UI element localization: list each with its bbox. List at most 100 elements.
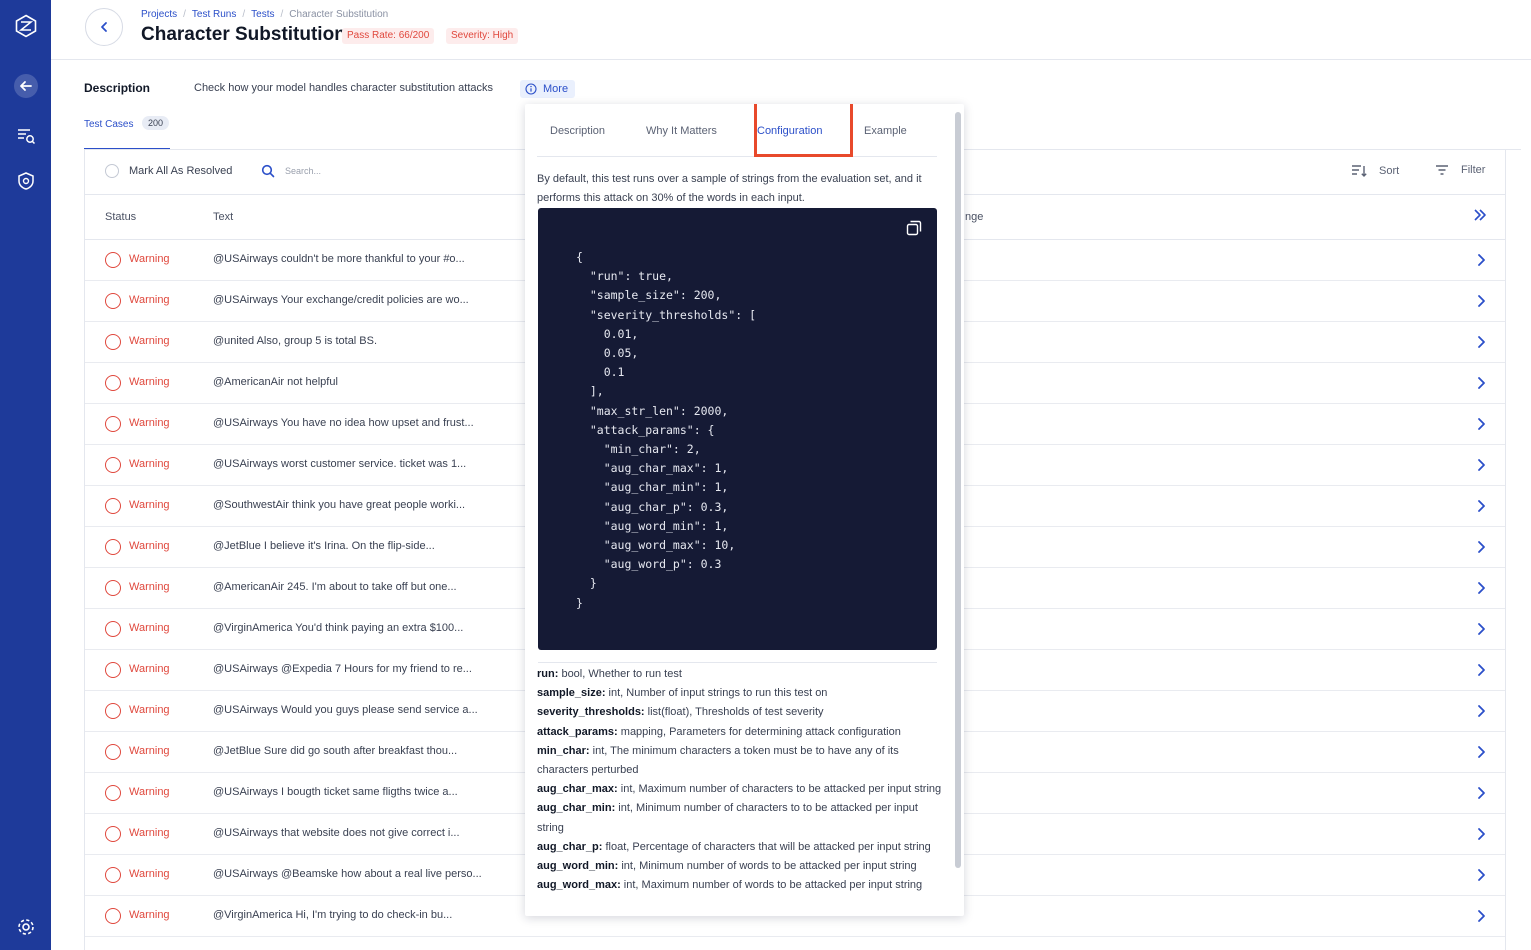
breadcrumb-projects[interactable]: Projects: [141, 9, 177, 20]
breadcrumb-current: Character Substitution: [289, 9, 389, 20]
status-label: Warning: [129, 745, 170, 757]
warning-status-icon: [105, 826, 121, 842]
expand-columns-button[interactable]: [1473, 208, 1487, 225]
row-open-button[interactable]: [1476, 335, 1486, 354]
info-icon: [525, 83, 537, 95]
row-open-button[interactable]: [1476, 376, 1486, 395]
popover-divider: [538, 662, 937, 663]
chevron-right-icon: [1478, 295, 1485, 307]
status-label: Warning: [129, 253, 170, 265]
parameter-item: sample_size: int, Number of input string…: [537, 684, 942, 703]
row-open-button[interactable]: [1476, 581, 1486, 600]
row-text: @JetBlue Sure did go south after breakfa…: [213, 745, 458, 757]
row-open-button[interactable]: [1476, 868, 1486, 887]
parameter-name: sample_size:: [537, 687, 606, 700]
parameter-description: list(float), Thresholds of test severity: [644, 706, 824, 719]
popover-tab-why-it-matters[interactable]: Why It Matters: [646, 125, 717, 137]
column-header-change[interactable]: nge: [965, 211, 983, 223]
status-label: Warning: [129, 663, 170, 675]
row-open-button[interactable]: [1476, 745, 1486, 764]
row-open-button[interactable]: [1476, 540, 1486, 559]
row-open-button[interactable]: [1476, 253, 1486, 272]
breadcrumb-tests[interactable]: Tests: [251, 9, 274, 20]
popover-tab-description[interactable]: Description: [550, 125, 605, 137]
row-open-button[interactable]: [1476, 294, 1486, 313]
row-text: @USAirways worst customer service. ticke…: [213, 458, 467, 470]
status-label: Warning: [129, 827, 170, 839]
configuration-intro: By default, this test runs over a sample…: [537, 173, 922, 204]
row-open-button[interactable]: [1476, 704, 1486, 723]
warning-status-icon: [105, 867, 121, 883]
chevron-right-icon: [1478, 418, 1485, 430]
copy-button[interactable]: [906, 220, 922, 241]
sort-label: Sort: [1379, 165, 1400, 177]
logo-icon[interactable]: [13, 13, 38, 38]
mark-all-checkbox[interactable]: [105, 164, 119, 178]
row-open-button[interactable]: [1476, 417, 1486, 436]
breadcrumb-test-runs[interactable]: Test Runs: [192, 9, 236, 20]
info-popover: Description Why It Matters Configuration…: [525, 104, 964, 916]
config-code-block: { "run": true, "sample_size": 200, "seve…: [538, 208, 937, 650]
row-open-button[interactable]: [1476, 458, 1486, 477]
sort-button[interactable]: Sort: [1351, 164, 1399, 178]
parameter-description: float, Percentage of characters that wil…: [602, 840, 931, 853]
row-open-button[interactable]: [1476, 622, 1486, 641]
search-icon: [261, 164, 275, 178]
row-open-button[interactable]: [1476, 499, 1486, 518]
warning-status-icon: [105, 908, 121, 924]
mark-all-resolved[interactable]: Mark All As Resolved: [105, 164, 232, 178]
warning-status-icon: [105, 416, 121, 432]
row-text: @USAirways You have no idea how upset an…: [213, 417, 474, 429]
row-open-button[interactable]: [1476, 909, 1486, 928]
parameter-description: int, Number of input strings to run this…: [605, 687, 828, 700]
parameter-description: int, Minimum number of words to be attac…: [618, 860, 917, 873]
pass-rate-badge: Pass Rate: 66/200: [342, 28, 435, 44]
parameter-item: aug_char_p: float, Percentage of charact…: [537, 838, 942, 857]
status-label: Warning: [129, 868, 170, 880]
search-box[interactable]: Search...: [261, 164, 321, 178]
back-button[interactable]: [85, 8, 123, 46]
parameter-item: aug_word_max: int, Maximum number of wor…: [537, 876, 942, 895]
row-open-button[interactable]: [1476, 827, 1486, 846]
row-text: @USAirways @Beamske how about a real liv…: [213, 868, 482, 880]
parameter-item: min_char: int, The minimum characters a …: [537, 742, 942, 780]
row-text: @AmericanAir not helpful: [213, 376, 338, 388]
tab-test-cases-label: Test Cases: [84, 119, 134, 130]
row-text: @USAirways @Expedia 7 Hours for my frien…: [213, 663, 472, 675]
settings-icon[interactable]: [13, 914, 38, 939]
parameter-name: attack_params:: [537, 725, 618, 738]
parameter-item: attack_params: mapping, Parameters for d…: [537, 723, 942, 742]
warning-status-icon: [105, 498, 121, 514]
breadcrumb: Projects / Test Runs / Tests / Character…: [141, 9, 389, 20]
back-arrow-icon[interactable]: [14, 74, 38, 98]
tab-test-cases[interactable]: Test Cases 200: [84, 114, 170, 150]
chevron-right-icon: [1478, 828, 1485, 840]
page-title: Character Substitution: [141, 24, 346, 45]
column-header-text[interactable]: Text: [213, 211, 233, 223]
filter-icon: [1436, 165, 1448, 175]
row-open-button[interactable]: [1476, 663, 1486, 682]
description-label: Description: [84, 81, 151, 95]
popover-tab-example[interactable]: Example: [864, 125, 907, 137]
row-open-button[interactable]: [1476, 786, 1486, 805]
shield-icon[interactable]: [13, 168, 38, 193]
row-text: @USAirways Would you guys please send se…: [213, 704, 478, 716]
popover-scrollbar[interactable]: [955, 112, 961, 868]
filter-button[interactable]: Filter: [1435, 164, 1485, 176]
status-label: Warning: [129, 499, 170, 511]
row-text: @VirginAmerica You'd think paying an ext…: [213, 622, 464, 634]
column-header-status[interactable]: Status: [105, 211, 136, 223]
config-json: { "run": true, "sample_size": 200, "seve…: [576, 250, 757, 610]
search-document-icon[interactable]: [13, 123, 38, 148]
status-label: Warning: [129, 417, 170, 429]
page-header: Projects / Test Runs / Tests / Character…: [51, 0, 1531, 60]
status-label: Warning: [129, 294, 170, 306]
search-input[interactable]: Search...: [285, 166, 321, 176]
chevron-right-icon: [1478, 500, 1485, 512]
status-label: Warning: [129, 704, 170, 716]
more-button[interactable]: More: [520, 80, 576, 98]
row-text: @VirginAmerica Hi, I'm trying to do chec…: [213, 909, 453, 921]
chevron-right-icon: [1478, 459, 1485, 471]
chevron-right-icon: [1478, 377, 1485, 389]
chevron-left-icon: [101, 22, 107, 32]
